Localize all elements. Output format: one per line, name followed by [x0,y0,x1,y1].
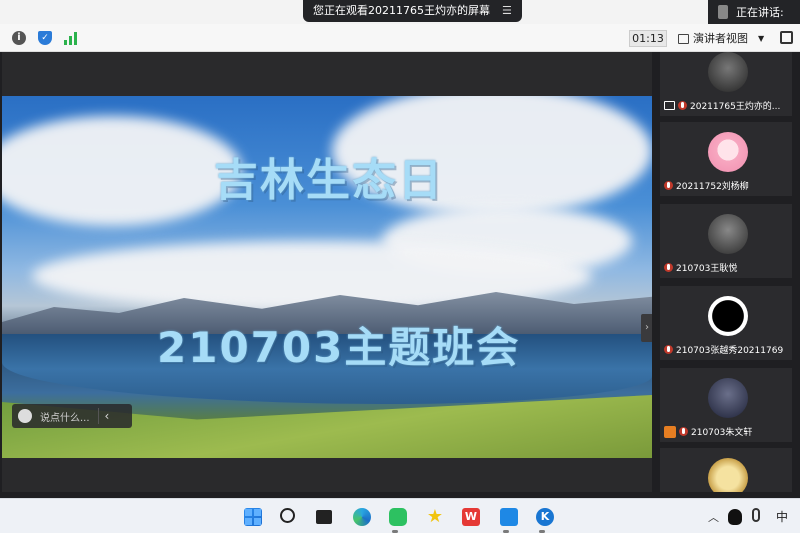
speaker-avatar [718,5,728,19]
cloud [2,116,242,226]
avatar [708,214,748,254]
meeting-toolbar: i ✓ 01:13 演讲者视图 ▼ [0,24,800,52]
windows-taskbar: ★ W K ︿ 中 [0,498,800,533]
chat-placeholder: 说点什么... [40,412,90,424]
participant-tile[interactable]: 210703朱文轩 [660,368,792,442]
wechat-icon[interactable] [389,508,407,526]
participant-name: 20211752刘杨柳 [676,182,749,192]
chevron-up-icon[interactable]: ︿ [708,509,719,525]
chat-input[interactable]: 说点什么... ‹ [12,404,132,428]
speaking-label: 正在讲话: [736,6,784,19]
info-icon[interactable]: i [12,31,26,45]
divider [97,408,99,424]
k-icon[interactable]: K [536,508,554,526]
participant-tile[interactable]: 20211752刘杨柳 [660,122,792,196]
fullscreen-icon[interactable] [780,31,793,44]
participant-tile[interactable]: 210703王耿悦 [660,204,792,278]
mic-muted-icon [664,345,673,354]
participant-name: 20211765王灼亦的... [690,102,781,112]
shared-screen: 吉林生态日 210703主题班会 说点什么... ‹ › [2,52,652,492]
mic-muted-icon [678,101,687,110]
chevron-left-icon[interactable]: ‹ [105,409,110,423]
avatar [708,52,748,92]
qq-icon[interactable] [728,509,742,525]
start-icon[interactable] [244,508,262,526]
mic-muted-icon [664,263,673,272]
slide-subtitle: 210703主题班会 [157,323,521,372]
signal-icon[interactable] [64,31,78,45]
chevron-down-icon: ▼ [758,34,765,43]
participant-name: 210703王耿悦 [676,264,738,274]
speaking-indicator: 正在讲话: [708,0,800,24]
menu-icon[interactable]: ☰ [502,0,512,22]
mic-muted-icon [664,181,673,190]
participant-tile[interactable] [660,448,792,492]
taskview-icon[interactable] [316,510,332,524]
avatar [708,132,748,172]
layout-icon [678,33,689,44]
screen-share-icon [664,101,675,110]
participant-name: 210703朱文轩 [691,428,753,438]
participant-tile[interactable]: 20211765王灼亦的... [660,52,792,116]
avatar [708,458,748,492]
mic-muted-icon [679,427,688,436]
wps-icon[interactable]: W [462,508,480,526]
person-icon [664,425,676,438]
emoji-icon[interactable] [18,409,32,423]
avatar [708,296,748,336]
edge-icon[interactable] [353,508,371,526]
meeting-timer: 01:13 [629,30,667,47]
sidebar-toggle[interactable]: › [641,314,652,342]
microphone-icon[interactable] [752,508,760,522]
share-banner-text: 您正在观看20211765王灼亦的屏幕 [313,4,490,17]
participant-name: 210703张越秀20211769 [676,346,784,356]
avatar [708,378,748,418]
participant-tile[interactable]: 210703张越秀20211769 [660,286,792,360]
view-mode-select[interactable]: 演讲者视图 ▼ [678,30,770,47]
participant-list: 20211765王灼亦的... 20211752刘杨柳 210703王耿悦 21… [656,52,800,492]
slide-title: 吉林生态日 [214,155,444,206]
view-mode-label: 演讲者视图 [693,32,748,45]
star-icon[interactable]: ★ [426,508,444,526]
input-method-indicator[interactable]: 中 [776,508,788,525]
share-banner[interactable]: 您正在观看20211765王灼亦的屏幕 ☰ [303,0,522,22]
shield-icon[interactable]: ✓ [38,31,52,45]
search-icon[interactable] [280,508,295,523]
cloud-icon[interactable] [500,508,518,526]
